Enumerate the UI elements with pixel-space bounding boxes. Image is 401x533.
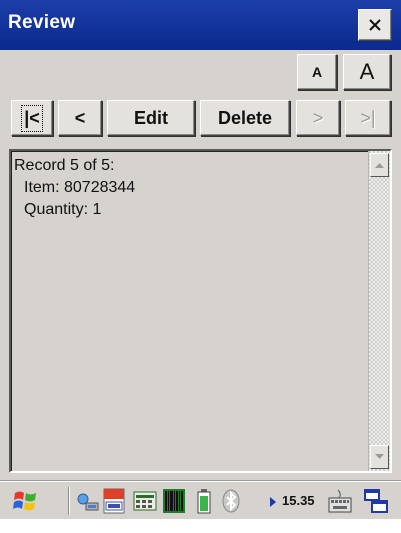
network-icon <box>77 493 99 511</box>
title-bar: Review <box>0 0 401 50</box>
previous-record-label: < <box>74 107 86 128</box>
bluetooth-tray-button[interactable] <box>222 489 240 518</box>
record-view[interactable]: Record 5 of 5: Item: 80728344 Quantity: … <box>9 149 392 473</box>
next-record-button[interactable]: > <box>296 100 340 136</box>
first-record-button[interactable]: |< <box>11 100 53 136</box>
previous-record-button[interactable]: < <box>58 100 102 136</box>
record-header: Record 5 of 5: <box>14 157 115 174</box>
last-record-label: >| <box>360 107 376 128</box>
keypad-icon <box>133 491 157 511</box>
record-text: Record 5 of 5: Item: 80728344 Quantity: … <box>14 155 366 469</box>
delete-button[interactable]: Delete <box>200 100 290 136</box>
clock-display[interactable]: 15.35 <box>282 493 315 508</box>
window-title: Review <box>8 12 76 33</box>
barcode-scanner-icon <box>163 489 185 513</box>
keyboard-icon <box>328 489 352 513</box>
record-quantity: Quantity: 1 <box>24 201 102 218</box>
keyboard-tray-button[interactable] <box>328 488 352 519</box>
network-tray-button[interactable] <box>76 491 100 518</box>
scroll-up-button[interactable] <box>370 153 389 177</box>
close-button[interactable] <box>358 9 392 41</box>
task-switcher-button[interactable] <box>363 488 389 519</box>
scroll-down-button[interactable] <box>370 445 389 469</box>
delete-label: Delete <box>217 107 273 128</box>
close-icon <box>369 19 381 31</box>
input-panel-tray-button[interactable] <box>133 490 157 517</box>
bluetooth-icon <box>222 489 240 513</box>
battery-icon <box>197 489 211 514</box>
bottom-strip <box>0 519 401 533</box>
vrc-app-icon <box>103 488 125 514</box>
last-record-button[interactable]: >| <box>345 100 391 136</box>
vrc-tray-button[interactable] <box>103 488 125 519</box>
edit-label: Edit <box>134 107 168 128</box>
font-larger-button[interactable]: A <box>343 54 391 90</box>
first-record-label: |< <box>21 104 43 132</box>
font-smaller-button[interactable]: A <box>297 54 337 90</box>
scanner-tray-button[interactable] <box>162 488 186 519</box>
font-larger-label: A <box>359 59 375 84</box>
taskbar-separator <box>68 487 70 515</box>
tray-expand-arrow-icon[interactable] <box>270 497 276 507</box>
taskbar: 15.35 <box>0 481 401 519</box>
next-record-label: > <box>312 107 324 128</box>
windows-flag-icon <box>13 491 36 511</box>
scroll-up-arrow-icon <box>375 163 384 168</box>
font-smaller-label: A <box>311 64 323 80</box>
vertical-scrollbar[interactable] <box>368 151 390 471</box>
start-button[interactable] <box>12 489 38 518</box>
record-item: Item: 80728344 <box>24 179 136 196</box>
battery-tray-button[interactable] <box>196 488 212 519</box>
scroll-down-arrow-icon <box>375 454 384 459</box>
edit-button[interactable]: Edit <box>107 100 195 136</box>
windows-stack-icon <box>364 489 388 513</box>
app-window: Review A A |< < Edit Delete > >| Record … <box>0 0 401 533</box>
